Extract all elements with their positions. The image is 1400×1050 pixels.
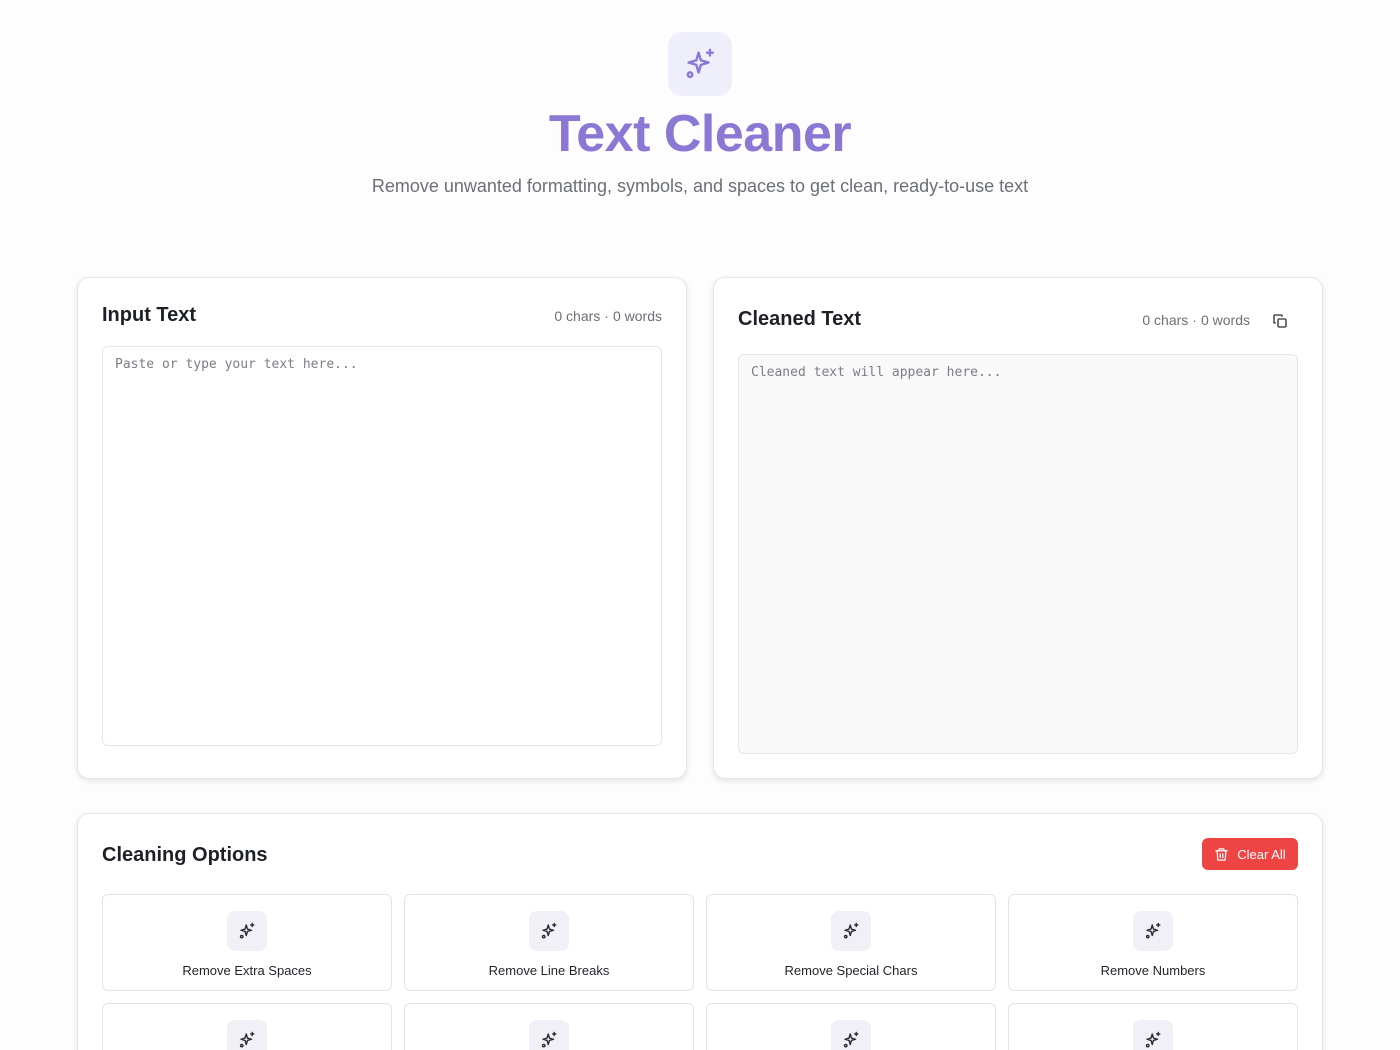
option-label: Remove Numbers	[1100, 963, 1206, 978]
option-card-8[interactable]	[1008, 1003, 1298, 1050]
sparkles-icon	[831, 911, 871, 951]
sparkles-icon	[529, 1020, 569, 1050]
option-card-4[interactable]: Remove Numbers	[1008, 894, 1298, 991]
option-card-1[interactable]: Remove Extra Spaces	[102, 894, 392, 991]
option-card-5[interactable]	[102, 1003, 392, 1050]
option-card-2[interactable]: Remove Line Breaks	[404, 894, 694, 991]
stats-separator: ·	[1192, 312, 1197, 328]
output-panel: Cleaned Text 0 chars · 0 words	[713, 277, 1323, 779]
trash-icon	[1215, 847, 1229, 861]
sparkles-icon	[1133, 911, 1173, 951]
cleaning-options-panel: Cleaning Options Clear All Remove Extra …	[77, 813, 1323, 1050]
option-label: Remove Extra Spaces	[182, 963, 312, 978]
input-panel: Input Text 0 chars · 0 words	[77, 277, 687, 779]
clear-all-label: Clear All	[1237, 846, 1286, 862]
option-card-6[interactable]	[404, 1003, 694, 1050]
sparkles-icon	[831, 1020, 871, 1050]
option-label: Remove Special Chars	[784, 963, 918, 978]
option-card-3[interactable]: Remove Special Chars	[706, 894, 996, 991]
page-subtitle: Remove unwanted formatting, symbols, and…	[371, 176, 1029, 196]
stats-separator: ·	[604, 308, 609, 324]
options-title: Cleaning Options	[102, 844, 268, 866]
clear-all-button[interactable]: Clear All	[1202, 838, 1298, 870]
output-panel-title: Cleaned Text	[738, 308, 861, 330]
input-textarea[interactable]	[102, 346, 662, 746]
output-char-count: 0 chars	[1142, 312, 1189, 328]
page-title: Text Cleaner	[548, 105, 852, 163]
input-word-count: 0 words	[612, 308, 662, 324]
input-char-count: 0 chars	[554, 308, 601, 324]
copy-button[interactable]	[1269, 310, 1291, 332]
option-card-7[interactable]	[706, 1003, 996, 1050]
sparkles-icon	[668, 32, 732, 96]
sparkles-icon	[529, 911, 569, 951]
output-stats: 0 chars · 0 words	[1142, 312, 1250, 328]
output-textarea[interactable]	[738, 354, 1298, 754]
options-grid: Remove Extra Spaces Remove Line Breaks R…	[102, 894, 1298, 1050]
option-label: Remove Line Breaks	[488, 963, 610, 978]
sparkles-icon	[227, 911, 267, 951]
input-panel-title: Input Text	[102, 304, 197, 326]
sparkles-icon	[227, 1020, 267, 1050]
page: Text Cleaner Remove unwanted formatting,…	[0, 0, 1400, 1050]
input-stats: 0 chars · 0 words	[554, 308, 662, 324]
output-word-count: 0 words	[1200, 312, 1250, 328]
copy-icon	[1273, 314, 1287, 328]
sparkles-icon	[1133, 1020, 1173, 1050]
